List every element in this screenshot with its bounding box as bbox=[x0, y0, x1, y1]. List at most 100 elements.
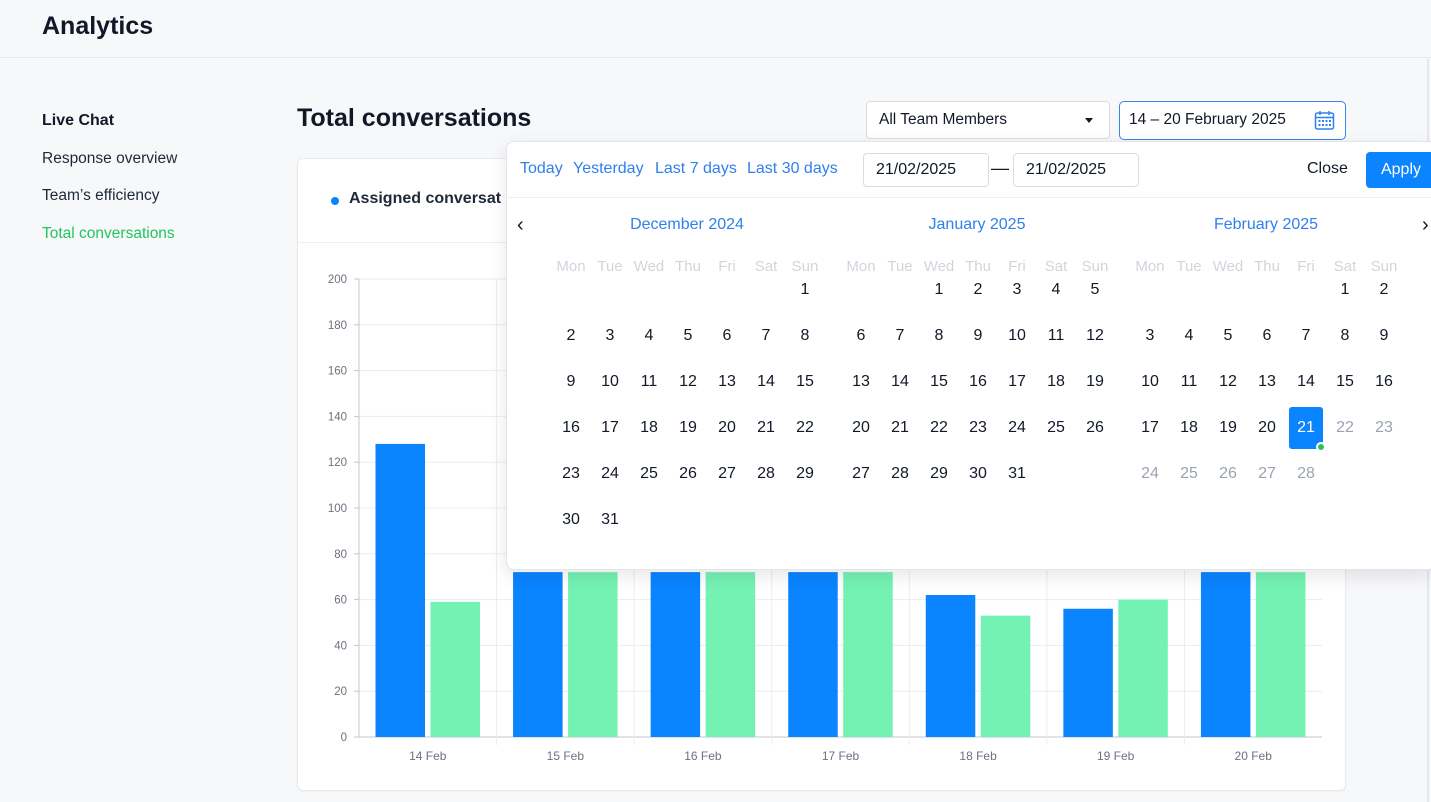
calendar-day[interactable]: 7 bbox=[1289, 315, 1323, 357]
calendar-day[interactable]: 8 bbox=[1328, 315, 1362, 357]
apply-button[interactable]: Apply bbox=[1366, 152, 1431, 188]
calendar-day[interactable]: 28 bbox=[1289, 453, 1323, 495]
calendar-day[interactable]: 17 bbox=[1000, 361, 1034, 403]
calendar-day[interactable]: 22 bbox=[788, 407, 822, 449]
calendar-day[interactable]: 25 bbox=[1039, 407, 1073, 449]
calendar-day[interactable]: 7 bbox=[749, 315, 783, 357]
calendar-day[interactable]: 11 bbox=[1172, 361, 1206, 403]
calendar-day[interactable]: 12 bbox=[1078, 315, 1112, 357]
calendar-day[interactable]: 30 bbox=[961, 453, 995, 495]
calendar-day[interactable]: 4 bbox=[1039, 269, 1073, 311]
sidebar-item-total-conversations[interactable]: Total conversations bbox=[42, 223, 262, 245]
calendar-day[interactable]: 6 bbox=[710, 315, 744, 357]
calendar-day[interactable]: 1 bbox=[1328, 269, 1362, 311]
calendar-day[interactable]: 23 bbox=[554, 453, 588, 495]
calendar-day[interactable]: 4 bbox=[632, 315, 666, 357]
calendar-day[interactable]: 10 bbox=[1000, 315, 1034, 357]
calendar-day[interactable]: 25 bbox=[1172, 453, 1206, 495]
calendar-day[interactable]: 6 bbox=[1250, 315, 1284, 357]
calendar-day[interactable]: 15 bbox=[788, 361, 822, 403]
quick-range-last-30-days[interactable]: Last 30 days bbox=[747, 160, 838, 178]
calendar-day[interactable]: 26 bbox=[1078, 407, 1112, 449]
calendar-day[interactable]: 24 bbox=[1133, 453, 1167, 495]
calendar-day[interactable]: 21 bbox=[883, 407, 917, 449]
sidebar-item-teams-efficiency[interactable]: Team’s efficiency bbox=[42, 185, 262, 207]
close-button[interactable]: Close bbox=[1307, 160, 1348, 178]
quick-range-yesterday[interactable]: Yesterday bbox=[573, 160, 644, 178]
calendar-day[interactable]: 15 bbox=[922, 361, 956, 403]
calendar-day[interactable]: 16 bbox=[554, 407, 588, 449]
calendar-day[interactable]: 14 bbox=[749, 361, 783, 403]
chevron-right-icon[interactable]: › bbox=[1422, 214, 1429, 237]
calendar-day[interactable]: 27 bbox=[1250, 453, 1284, 495]
calendar-day[interactable]: 5 bbox=[671, 315, 705, 357]
calendar-day[interactable]: 19 bbox=[671, 407, 705, 449]
calendar-day[interactable]: 23 bbox=[961, 407, 995, 449]
calendar-day[interactable]: 16 bbox=[1367, 361, 1401, 403]
calendar-day[interactable]: 18 bbox=[1172, 407, 1206, 449]
calendar-day[interactable]: 29 bbox=[788, 453, 822, 495]
calendar-day[interactable]: 2 bbox=[1367, 269, 1401, 311]
quick-range-last-7-days[interactable]: Last 7 days bbox=[655, 160, 737, 178]
calendar-day[interactable]: 26 bbox=[1211, 453, 1245, 495]
calendar-day[interactable]: 21 bbox=[749, 407, 783, 449]
team-member-select[interactable]: All Team Members bbox=[866, 101, 1110, 139]
calendar-day[interactable]: 13 bbox=[844, 361, 878, 403]
calendar-day[interactable]: 9 bbox=[1367, 315, 1401, 357]
calendar-day[interactable]: 11 bbox=[632, 361, 666, 403]
calendar-day[interactable]: 10 bbox=[593, 361, 627, 403]
sidebar-item-response-overview[interactable]: Response overview bbox=[42, 148, 262, 170]
calendar-day[interactable]: 12 bbox=[671, 361, 705, 403]
calendar-day[interactable]: 5 bbox=[1211, 315, 1245, 357]
calendar-day[interactable]: 1 bbox=[788, 269, 822, 311]
calendar-day[interactable]: 23 bbox=[1367, 407, 1401, 449]
calendar-day[interactable]: 15 bbox=[1328, 361, 1362, 403]
calendar-day[interactable]: 3 bbox=[1000, 269, 1034, 311]
calendar-day[interactable]: 30 bbox=[554, 499, 588, 541]
calendar-day[interactable]: 8 bbox=[788, 315, 822, 357]
calendar-day[interactable]: 8 bbox=[922, 315, 956, 357]
calendar-day[interactable]: 3 bbox=[593, 315, 627, 357]
calendar-day[interactable]: 13 bbox=[710, 361, 744, 403]
calendar-day[interactable]: 28 bbox=[883, 453, 917, 495]
calendar-day[interactable]: 17 bbox=[593, 407, 627, 449]
calendar-day[interactable]: 17 bbox=[1133, 407, 1167, 449]
calendar-icon[interactable] bbox=[1314, 110, 1335, 131]
calendar-day[interactable]: 11 bbox=[1039, 315, 1073, 357]
calendar-day[interactable]: 19 bbox=[1078, 361, 1112, 403]
calendar-day[interactable]: 28 bbox=[749, 453, 783, 495]
calendar-day[interactable]: 31 bbox=[593, 499, 627, 541]
calendar-day[interactable]: 18 bbox=[632, 407, 666, 449]
calendar-day[interactable]: 7 bbox=[883, 315, 917, 357]
calendar-day[interactable]: 27 bbox=[710, 453, 744, 495]
calendar-day[interactable]: 24 bbox=[593, 453, 627, 495]
calendar-day[interactable]: 16 bbox=[961, 361, 995, 403]
calendar-day[interactable]: 12 bbox=[1211, 361, 1245, 403]
calendar-day[interactable]: 10 bbox=[1133, 361, 1167, 403]
calendar-day[interactable]: 6 bbox=[844, 315, 878, 357]
start-date-input[interactable]: 21/02/2025 bbox=[863, 153, 989, 187]
calendar-day[interactable]: 31 bbox=[1000, 453, 1034, 495]
calendar-day[interactable]: 9 bbox=[554, 361, 588, 403]
end-date-input[interactable]: 21/02/2025 bbox=[1013, 153, 1139, 187]
calendar-day[interactable]: 1 bbox=[922, 269, 956, 311]
calendar-day[interactable]: 2 bbox=[961, 269, 995, 311]
calendar-day[interactable]: 29 bbox=[922, 453, 956, 495]
chevron-left-icon[interactable]: ‹ bbox=[517, 214, 524, 237]
calendar-day[interactable]: 20 bbox=[1250, 407, 1284, 449]
calendar-day[interactable]: 20 bbox=[844, 407, 878, 449]
calendar-day[interactable]: 4 bbox=[1172, 315, 1206, 357]
calendar-day[interactable]: 14 bbox=[883, 361, 917, 403]
calendar-day[interactable]: 13 bbox=[1250, 361, 1284, 403]
calendar-day[interactable]: 9 bbox=[961, 315, 995, 357]
calendar-day[interactable]: 14 bbox=[1289, 361, 1323, 403]
calendar-day[interactable]: 19 bbox=[1211, 407, 1245, 449]
calendar-day[interactable]: 20 bbox=[710, 407, 744, 449]
calendar-day[interactable]: 2 bbox=[554, 315, 588, 357]
calendar-day[interactable]: 3 bbox=[1133, 315, 1167, 357]
quick-range-today[interactable]: Today bbox=[520, 160, 563, 178]
calendar-day[interactable]: 22 bbox=[922, 407, 956, 449]
calendar-day[interactable]: 27 bbox=[844, 453, 878, 495]
calendar-day[interactable]: 26 bbox=[671, 453, 705, 495]
calendar-day[interactable]: 5 bbox=[1078, 269, 1112, 311]
